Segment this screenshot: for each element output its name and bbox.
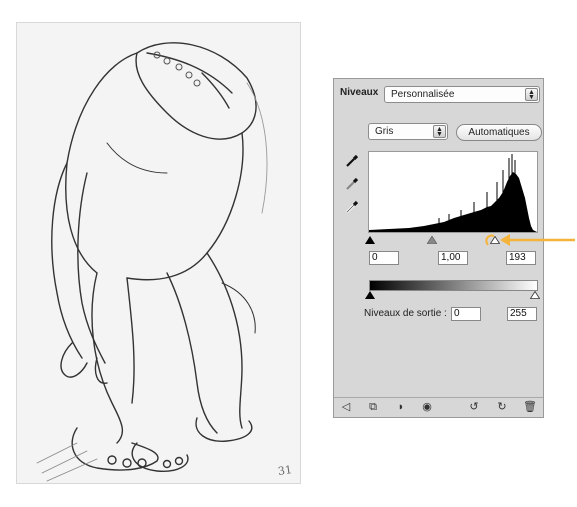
channel-value: Gris bbox=[375, 126, 394, 137]
preset-value: Personnalisée bbox=[391, 89, 455, 100]
channel-stepper-icon: ▲ ▼ bbox=[433, 125, 446, 138]
histogram bbox=[368, 151, 538, 233]
gray-point-eyedropper-icon[interactable] bbox=[344, 176, 360, 192]
reset-icon[interactable]: ↺ bbox=[467, 401, 481, 414]
output-gradient bbox=[369, 280, 538, 291]
input-gamma-field[interactable]: 1,00 bbox=[438, 251, 468, 265]
output-levels-label: Niveaux de sortie : bbox=[364, 308, 447, 319]
clip-layer-icon[interactable]: ⧉ bbox=[366, 401, 380, 414]
mask-icon[interactable]: ◗ bbox=[394, 401, 408, 414]
gamma-input-slider[interactable] bbox=[427, 236, 437, 244]
panel-toolbar: ◁ ⧉ ◗ ◉ ↺ ↻ 🗑 bbox=[334, 397, 543, 417]
white-output-slider[interactable] bbox=[530, 291, 540, 299]
black-input-slider[interactable] bbox=[365, 236, 375, 244]
page-number: 31 bbox=[277, 463, 293, 478]
panel-title: Niveaux bbox=[340, 87, 379, 98]
visibility-eye-icon[interactable]: ◉ bbox=[420, 401, 434, 414]
input-black-field[interactable]: 0 bbox=[369, 251, 399, 265]
back-arrow-icon[interactable]: ◁ bbox=[339, 401, 353, 414]
trash-icon[interactable]: 🗑 bbox=[523, 401, 537, 414]
black-point-eyedropper-icon[interactable] bbox=[344, 153, 360, 169]
output-white-field[interactable]: 255 bbox=[507, 307, 537, 321]
sketch-image: 31 bbox=[16, 22, 301, 484]
histogram-bars bbox=[369, 154, 537, 232]
channel-select[interactable]: Gris ▲ ▼ bbox=[368, 123, 448, 140]
output-black-field[interactable]: 0 bbox=[451, 307, 481, 321]
white-point-eyedropper-icon[interactable] bbox=[344, 199, 360, 215]
black-output-slider[interactable] bbox=[365, 291, 375, 299]
annotation-arrow-icon bbox=[485, 234, 575, 246]
refresh-icon[interactable]: ↻ bbox=[495, 401, 509, 414]
preset-select[interactable]: Personnalisée ▲ ▼ bbox=[384, 86, 540, 103]
preset-stepper-icon: ▲ ▼ bbox=[525, 88, 538, 101]
creature-drawing bbox=[36, 42, 268, 482]
automatic-button[interactable]: Automatiques bbox=[456, 124, 542, 141]
